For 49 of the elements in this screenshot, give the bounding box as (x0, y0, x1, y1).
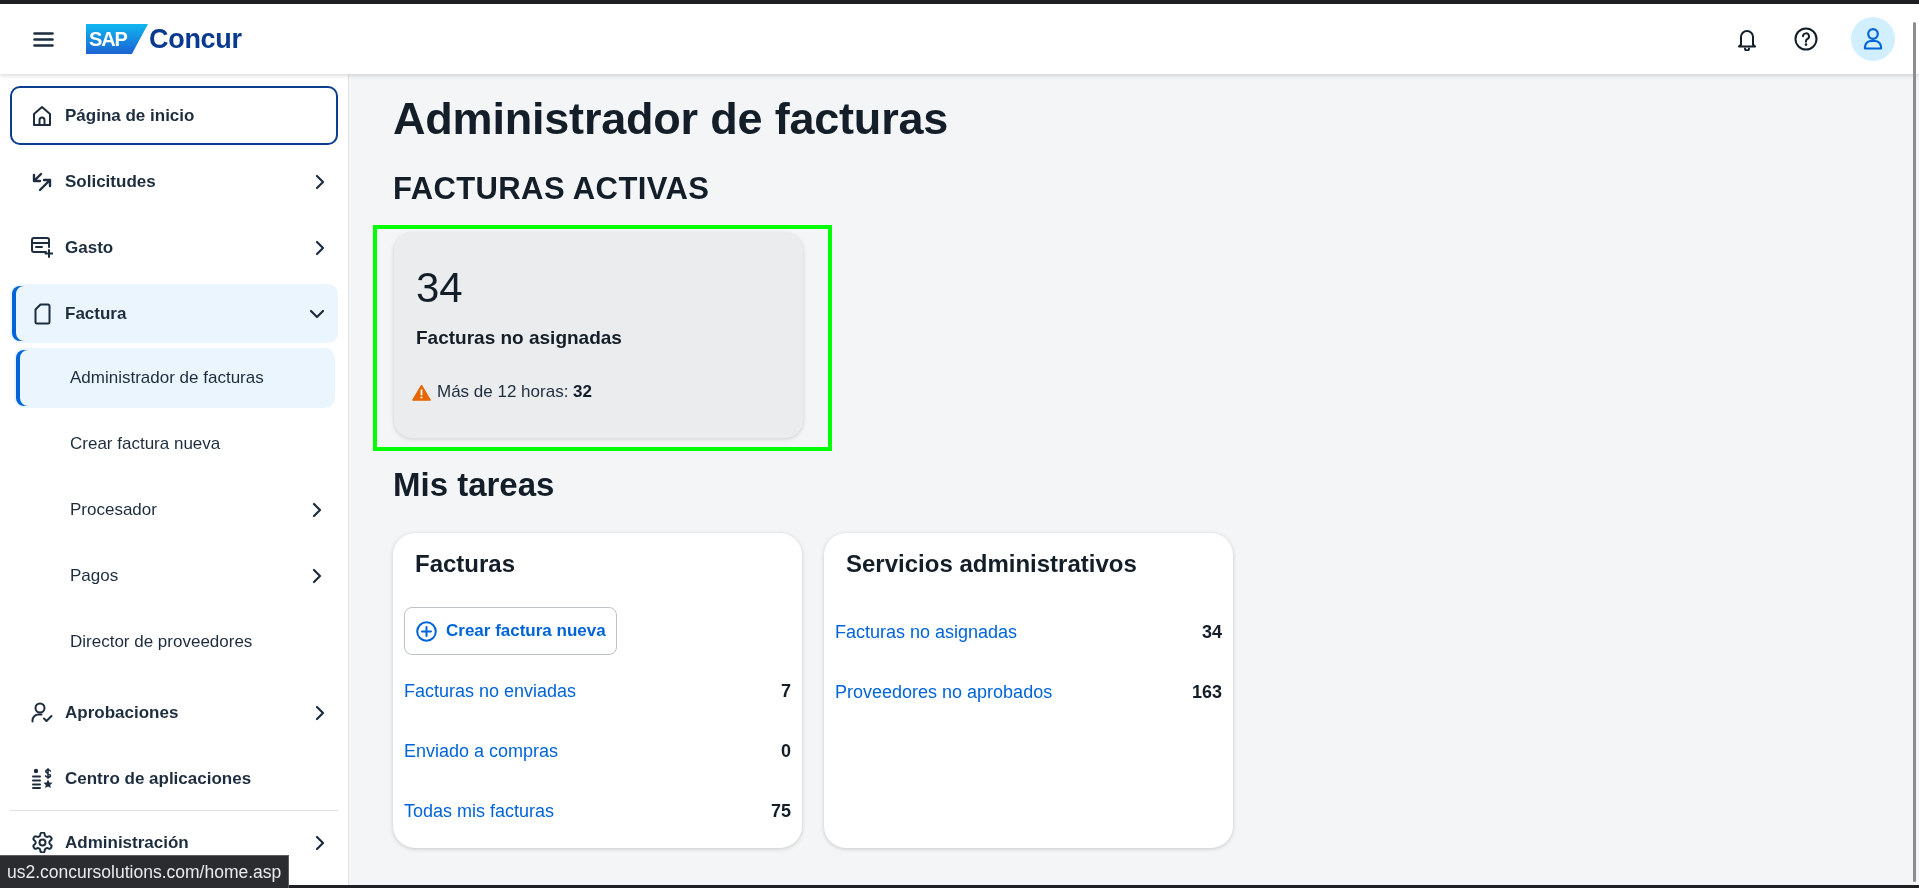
profile-button[interactable] (1851, 17, 1895, 61)
task-count: 0 (781, 740, 791, 762)
product-name: Concur (149, 23, 242, 55)
menu-icon[interactable] (33, 31, 54, 47)
nav-subitem[interactable]: Director de proveedores (14, 612, 335, 672)
scrollbar-thumb[interactable] (1913, 22, 1916, 882)
logo-mark[interactable]: SAP (86, 24, 148, 54)
section-title: Mis tareas (393, 466, 555, 504)
section-title: FACTURAS ACTIVAS (393, 171, 710, 207)
plus-circle-icon (416, 620, 437, 642)
status-url-tooltip: us2.concursolutions.com/home.asp (0, 855, 290, 888)
nav-item[interactable]: Página de inicio (10, 86, 338, 145)
card-title: Servicios administrativos (846, 550, 1138, 578)
nav-item[interactable]: Aprobaciones (10, 683, 338, 742)
card-title: Facturas (415, 550, 517, 578)
task-count: 34 (1201, 621, 1222, 643)
page-title: Administrador de facturas (393, 93, 949, 145)
home-icon (32, 104, 52, 127)
nav-subitem[interactable]: Pagos (14, 546, 335, 606)
nav-item[interactable]: Centro de aplicaciones (10, 749, 338, 808)
user-icon (1863, 28, 1883, 50)
diagonal-arrows-icon (31, 171, 53, 192)
user-check-icon (31, 702, 53, 723)
nav-item[interactable]: Gasto (10, 218, 338, 277)
help-icon[interactable] (1794, 27, 1818, 51)
nav-subitem[interactable]: Administrador de facturas (14, 348, 335, 408)
task-count: 75 (770, 800, 791, 822)
task-count: 7 (781, 680, 791, 702)
card-label: Facturas no asignadas (416, 326, 622, 350)
nav-subitem[interactable]: Crear factura nueva (14, 414, 335, 474)
nav-item[interactable]: Factura (10, 284, 338, 343)
list-dollar-star-icon (31, 768, 53, 789)
bell-icon[interactable] (1737, 27, 1757, 51)
task-count: 163 (1191, 681, 1222, 703)
task-link[interactable]: Facturas no asignadas (835, 621, 1018, 643)
warning-icon (412, 383, 431, 401)
nav-subitem[interactable]: Procesador (14, 480, 335, 540)
nav-item[interactable]: Solicitudes (10, 152, 338, 211)
create-invoice-button[interactable]: Crear factura nueva (404, 607, 617, 655)
task-link[interactable]: Enviado a compras (404, 740, 559, 762)
invoice-count: 34 (416, 263, 463, 313)
gear-icon (31, 832, 53, 853)
invoice-summary-card[interactable]: 34 Facturas no asignadas Más de 12 horas: 32 (394, 233, 803, 438)
warning-text: Más de 12 horas: 32 (437, 381, 592, 403)
task-link[interactable]: Facturas no enviadas (404, 680, 577, 702)
card-plus-icon (31, 237, 53, 258)
document-icon (33, 302, 51, 325)
task-link[interactable]: Proveedores no aprobados (835, 681, 1053, 703)
task-link[interactable]: Todas mis facturas (404, 800, 555, 822)
